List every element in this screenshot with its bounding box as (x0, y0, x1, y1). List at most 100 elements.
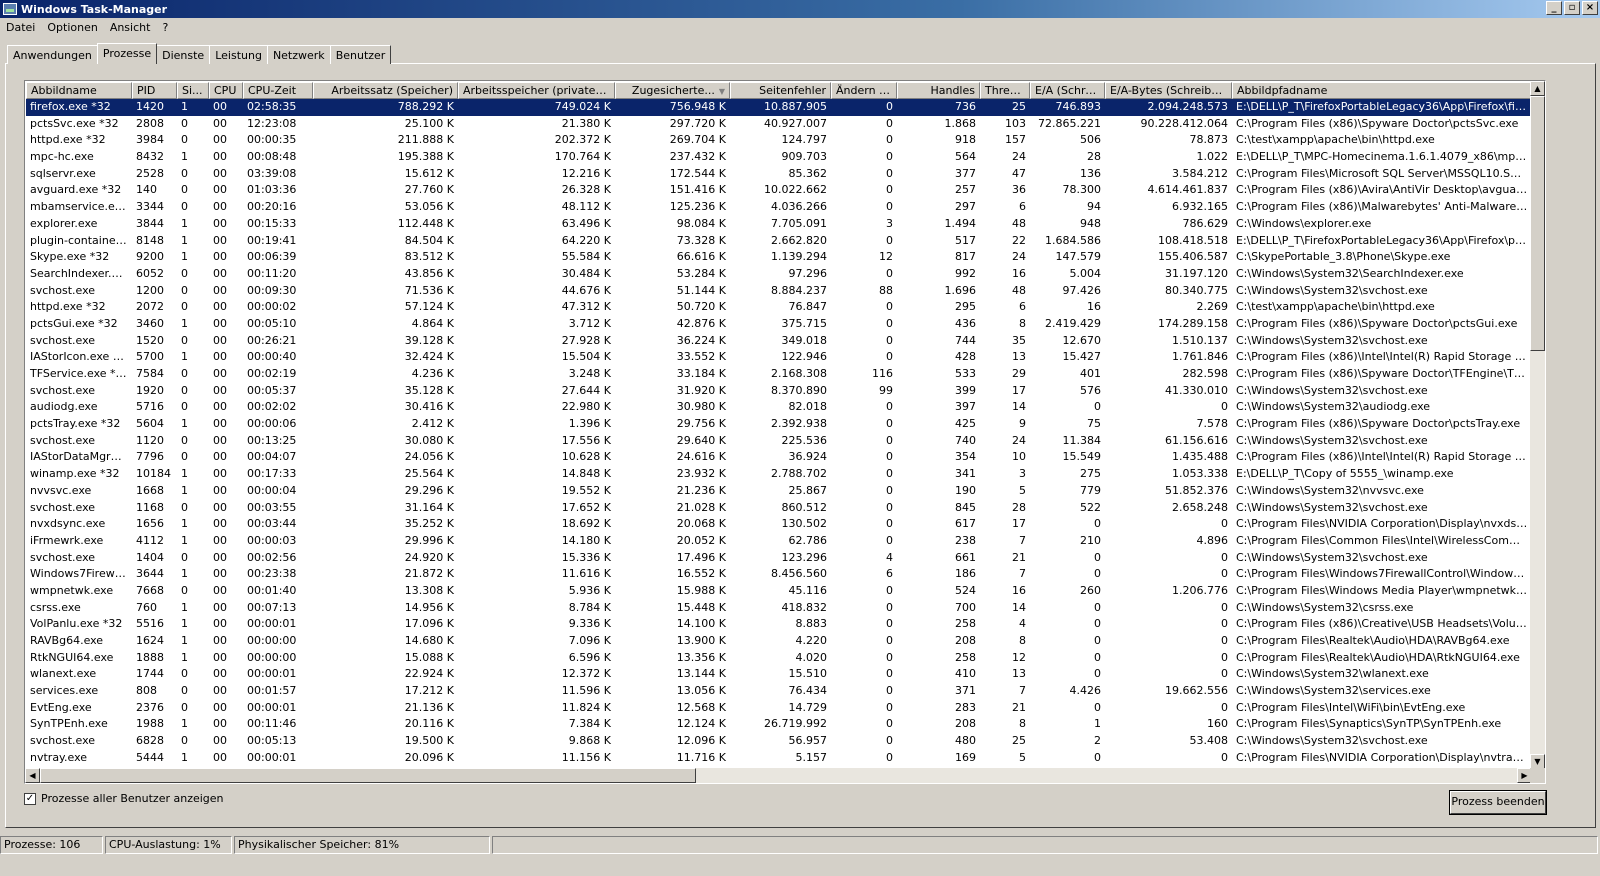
scroll-left-icon[interactable]: ◀ (25, 768, 40, 783)
column-header[interactable]: Abbildname (26, 82, 132, 99)
tab-leistung[interactable]: Leistung (209, 45, 268, 64)
table-cell: 425 (955, 417, 976, 431)
table-cell: 23.932 K (676, 467, 726, 481)
table-row[interactable]: iFrmewrk.exe 4112 1 00 00:00:03 29.996 K 14.18… (26, 533, 1532, 550)
table-row[interactable]: svchost.exe 1404 0 00 00:02:56 24.920 K 15.336… (26, 550, 1532, 567)
end-process-button[interactable]: Prozess beenden (1450, 791, 1546, 814)
table-row[interactable]: IAStorIcon.exe *32 5700 1 00 00:00:40 32.424 … (26, 349, 1532, 366)
table-row[interactable]: svchost.exe 6828 0 00 00:05:13 19.500 K 9.868 … (26, 733, 1532, 750)
table-row[interactable]: TFService.exe *32 7584 0 00 00:02:19 4.236 K3… (26, 366, 1532, 383)
process-rows: firefox.exe *32 1420 1 00 02:58:35 788.292 K7… (26, 99, 1532, 767)
menu-help[interactable]: ? (156, 21, 174, 34)
table-row[interactable]: mbamservice.exe ... 3344 0 00 00:20:16 53.056… (26, 199, 1532, 216)
column-header[interactable]: Zugesicherte... ▼ (615, 82, 730, 99)
tab-prozesse[interactable]: Prozesse (96, 43, 158, 64)
table-row[interactable]: pctsSvc.exe *32 2808 0 00 12:23:08 25.100 K 21… (26, 116, 1532, 133)
table-row[interactable]: svchost.exe 1168 0 00 00:03:55 31.164 K 17.652… (26, 500, 1532, 517)
table-cell: 1168 (136, 500, 164, 514)
table-row[interactable]: wmpnetwk.exe 7668 0 00 00:01:40 13.308 K 5.936… (26, 583, 1532, 600)
table-cell: 00 (213, 684, 227, 698)
table-row[interactable]: Windows7Firewall... 3644 1 00 00:23:38 21.872… (26, 566, 1532, 583)
tab-dienste[interactable]: Dienste (156, 45, 211, 64)
column-header[interactable]: E/A-Bytes (Schreiben) (1105, 82, 1232, 99)
table-row[interactable]: svchost.exe 1920 0 00 00:05:37 35.128 K 27.644… (26, 383, 1532, 400)
column-header[interactable]: Handles (897, 82, 980, 99)
scroll-down-icon[interactable]: ▼ (1530, 754, 1545, 769)
table-cell: 948 (1080, 216, 1101, 230)
tab-netzwerk[interactable]: Netzwerk (266, 45, 331, 64)
table-row[interactable]: RtkNGUI64.exe 1888 1 00 00:00:00 15.088 K 6.59… (26, 650, 1532, 667)
column-header[interactable]: Arbeitsspeicher (privater Ar... (458, 82, 615, 99)
scroll-up-icon[interactable]: ▲ (1530, 81, 1545, 96)
table-row[interactable]: httpd.exe *32 2072 0 00 00:00:02 57.124 K 47.3… (26, 299, 1532, 316)
table-row[interactable]: httpd.exe *32 3984 0 00 00:00:35 211.888 K 202… (26, 132, 1532, 149)
scroll-corner (1530, 768, 1545, 783)
horizontal-scrollbar[interactable]: ◀ ▶ (25, 768, 1532, 783)
table-row[interactable]: winamp.exe *32 10184 1 00 00:17:33 25.564 K 14… (26, 466, 1532, 483)
horizontal-scroll-thumb[interactable] (40, 768, 696, 783)
table-row[interactable]: mpc-hc.exe 8432 1 00 00:08:48 195.388 K 170.76… (26, 149, 1532, 166)
maximize-button[interactable]: ▫ (1564, 1, 1580, 15)
table-row[interactable]: Skype.exe *32 9200 1 00 00:06:39 83.512 K 55.5… (26, 249, 1532, 266)
table-cell: 29 (1012, 367, 1026, 380)
table-row[interactable]: wlanext.exe 1744 0 00 00:00:01 22.924 K 12.372… (26, 666, 1532, 683)
table-cell: 1.696 (944, 283, 977, 297)
vertical-scrollbar[interactable]: ▲ ▼ (1530, 81, 1545, 769)
table-row[interactable]: pctsGui.exe *32 3460 1 00 00:05:10 4.864 K 3.7… (26, 316, 1532, 333)
table-cell: 56.957 (788, 734, 828, 748)
table-row[interactable]: csrss.exe 760 1 00 00:07:13 14.956 K 8.784 K 15… (26, 600, 1532, 617)
table-cell: 13.356 K (676, 650, 726, 664)
table-row[interactable]: IAStorDataMgrSv... 7796 0 00 00:04:07 24.056 … (26, 449, 1532, 466)
table-row[interactable]: avguard.exe *32 140 0 00 01:03:36 27.760 K 26.… (26, 182, 1532, 199)
table-row[interactable]: services.exe 808 0 00 00:01:57 17.212 K 11.596… (26, 683, 1532, 700)
table-row[interactable]: svchost.exe 1200 0 00 00:09:30 71.536 K 44.676… (26, 283, 1532, 300)
column-header[interactable]: Abbildpfadname (1232, 82, 1532, 99)
minimize-button[interactable]: _ (1546, 1, 1562, 15)
table-row[interactable]: SynTPEnh.exe 1988 1 00 00:11:46 20.116 K 7.384… (26, 716, 1532, 733)
show-all-users-checkbox[interactable]: ✓ (24, 792, 36, 805)
process-list[interactable]: Abbildname PID Si... CPU CPU-Zeit Arbeitssatz… (24, 80, 1546, 784)
table-cell: 0 (181, 684, 188, 698)
table-row[interactable]: SearchIndexer.exe 6052 0 00 00:11:20 43.856 K… (26, 266, 1532, 283)
column-header[interactable]: Ändern d... (831, 82, 897, 99)
table-row[interactable]: nvvsvc.exe 1668 1 00 00:00:04 29.296 K 19.552 … (26, 483, 1532, 500)
table-row[interactable]: explorer.exe 3844 1 00 00:15:33 112.448 K 63.4… (26, 216, 1532, 233)
menu-ansicht[interactable]: Ansicht (104, 21, 157, 34)
table-row[interactable]: pctsTray.exe *32 5604 1 00 00:00:06 2.412 K 1.… (26, 416, 1532, 433)
column-header[interactable]: CPU-Zeit (243, 82, 313, 99)
column-header[interactable]: Arbeitssatz (Speicher) (313, 82, 458, 99)
table-cell: 00 (213, 100, 227, 113)
table-cell: 7.096 K (568, 634, 611, 647)
column-header[interactable]: E/A (Schrei... (1030, 82, 1105, 99)
table-row[interactable]: sqlservr.exe 2528 0 00 03:39:08 15.612 K 12.21… (26, 166, 1532, 183)
sort-descending-icon: ▼ (718, 87, 725, 96)
table-cell: 14.100 K (676, 617, 726, 631)
table-row[interactable]: nvxdsync.exe 1656 1 00 00:03:44 35.252 K 18.69… (26, 516, 1532, 533)
table-row[interactable]: svchost.exe 1520 0 00 00:26:21 39.128 K 27.928… (26, 333, 1532, 350)
tab-benutzer[interactable]: Benutzer (329, 45, 392, 64)
column-header[interactable]: CPU (209, 82, 243, 99)
column-header[interactable]: PID (132, 82, 177, 99)
column-header[interactable]: Si... (177, 82, 209, 99)
show-all-users-option[interactable]: ✓ Prozesse aller Benutzer anzeigen (24, 792, 224, 805)
vertical-scroll-thumb[interactable] (1530, 96, 1545, 351)
tab-anwendungen[interactable]: Anwendungen (7, 45, 98, 64)
close-button[interactable]: × (1582, 1, 1598, 15)
table-row[interactable]: RAVBg64.exe 1624 1 00 00:00:00 14.680 K 7.096 … (26, 633, 1532, 650)
column-header[interactable]: Seitenfehler (730, 82, 831, 99)
table-row[interactable]: EvtEng.exe 2376 0 00 00:00:01 21.136 K 11.824 … (26, 700, 1532, 717)
table-row[interactable]: nvtray.exe 5444 1 00 00:00:01 20.096 K 11.156 … (26, 750, 1532, 767)
table-cell: 35.252 K (404, 517, 454, 531)
table-cell: 24 (1012, 433, 1026, 447)
table-cell: 909.703 (781, 150, 828, 164)
column-header[interactable]: Threads (980, 82, 1030, 99)
table-row[interactable]: plugin-container.e... 8148 1 00 00:19:41 84.5… (26, 233, 1532, 250)
menu-datei[interactable]: Datei (0, 21, 41, 34)
table-row[interactable]: VolPanlu.exe *32 5516 1 00 00:00:01 17.096 K9… (26, 616, 1532, 633)
table-row[interactable]: audiodg.exe 5716 0 00 00:02:02 30.416 K 22.980… (26, 399, 1532, 416)
table-cell: 1404 (136, 550, 164, 564)
menu-optionen[interactable]: Optionen (41, 21, 103, 34)
table-row[interactable]: firefox.exe *32 1420 1 00 02:58:35 788.292 K 7… (26, 99, 1532, 116)
table-row[interactable]: svchost.exe 1120 0 00 00:13:25 30.080 K 17.556… (26, 433, 1532, 450)
table-cell: 428 (955, 350, 976, 364)
